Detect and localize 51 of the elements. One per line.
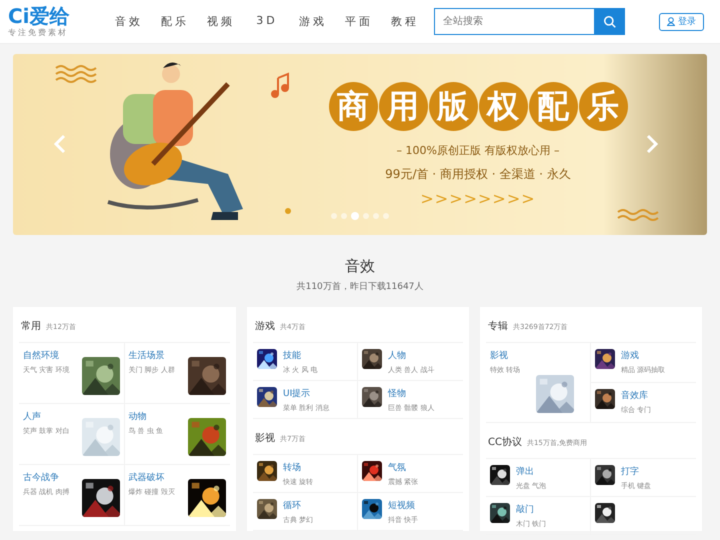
category-link[interactable]: 敲门 [516, 503, 546, 516]
carousel-dot[interactable] [331, 213, 337, 219]
nav-link[interactable]: 平面 [336, 14, 382, 29]
category-link[interactable]: 游戏 [621, 349, 666, 362]
nav-link[interactable]: 音效 [106, 14, 152, 29]
search-icon [602, 14, 616, 28]
group-title: 专辑 [488, 320, 508, 333]
group-title: 游戏 [255, 320, 275, 333]
category-link[interactable]: 影视 [490, 349, 586, 362]
banner-offer: 99元/首 · 商用授权 · 全渠道 · 永久 [385, 166, 571, 183]
category-link[interactable]: 转场 [283, 461, 314, 474]
site-logo[interactable]: Ci爱给 [8, 5, 100, 27]
category-link[interactable]: 技能 [283, 349, 318, 362]
category-link[interactable]: 气氛 [388, 461, 418, 474]
carousel-dot[interactable] [341, 213, 347, 219]
category-link[interactable]: 古今战争 [23, 471, 70, 484]
category-link[interactable]: 动物 [128, 410, 164, 423]
banner-slogan: – 100%原创正版 有版权放心用 – [396, 143, 560, 158]
category-link[interactable]: 自然环境 [23, 349, 70, 362]
category-link[interactable]: 打字 [621, 465, 652, 478]
section-subtitle: 共110万首，昨日下载11647人 [296, 280, 424, 293]
category-link[interactable]: 人声 [23, 410, 70, 423]
nav-link[interactable]: 3D [244, 14, 290, 29]
category-link[interactable]: 怪物 [388, 387, 434, 400]
category-link[interactable]: 音效库 [621, 389, 652, 402]
nav-link[interactable]: 游戏 [290, 14, 336, 29]
user-icon [667, 17, 675, 26]
search-button[interactable] [594, 8, 625, 35]
carousel-dot[interactable] [383, 213, 389, 219]
login-button[interactable]: 登录 [659, 12, 704, 30]
category-link[interactable]: 人物 [388, 349, 434, 362]
carousel-dot[interactable] [363, 213, 369, 219]
group-title: 常用 [21, 320, 41, 333]
category-link[interactable]: 弹出 [516, 465, 546, 478]
category-link[interactable]: 短视频 [388, 499, 418, 512]
next-arrow-icon[interactable] [645, 134, 659, 154]
section-title: 音效 [345, 257, 375, 276]
nav-link[interactable]: 教程 [382, 14, 428, 29]
category-link[interactable]: 循环 [283, 499, 314, 512]
search-field[interactable]: 全站搜索 [434, 8, 594, 35]
nav-link[interactable]: 配乐 [152, 14, 198, 29]
category-link[interactable]: 生活场景 [128, 349, 175, 362]
category-link[interactable]: 武器破坏 [128, 471, 175, 484]
group-title: CC协议 [488, 436, 522, 449]
carousel-dot[interactable] [373, 213, 379, 219]
group-title: 影视 [255, 432, 275, 445]
nav-link[interactable]: 视频 [198, 14, 244, 29]
category-link[interactable]: UI提示 [283, 387, 330, 400]
banner-chevrons: >>>>>>>> [420, 189, 536, 208]
logo-tagline: 专注免费素材 [8, 27, 69, 38]
previous-arrow-icon[interactable] [53, 134, 67, 154]
